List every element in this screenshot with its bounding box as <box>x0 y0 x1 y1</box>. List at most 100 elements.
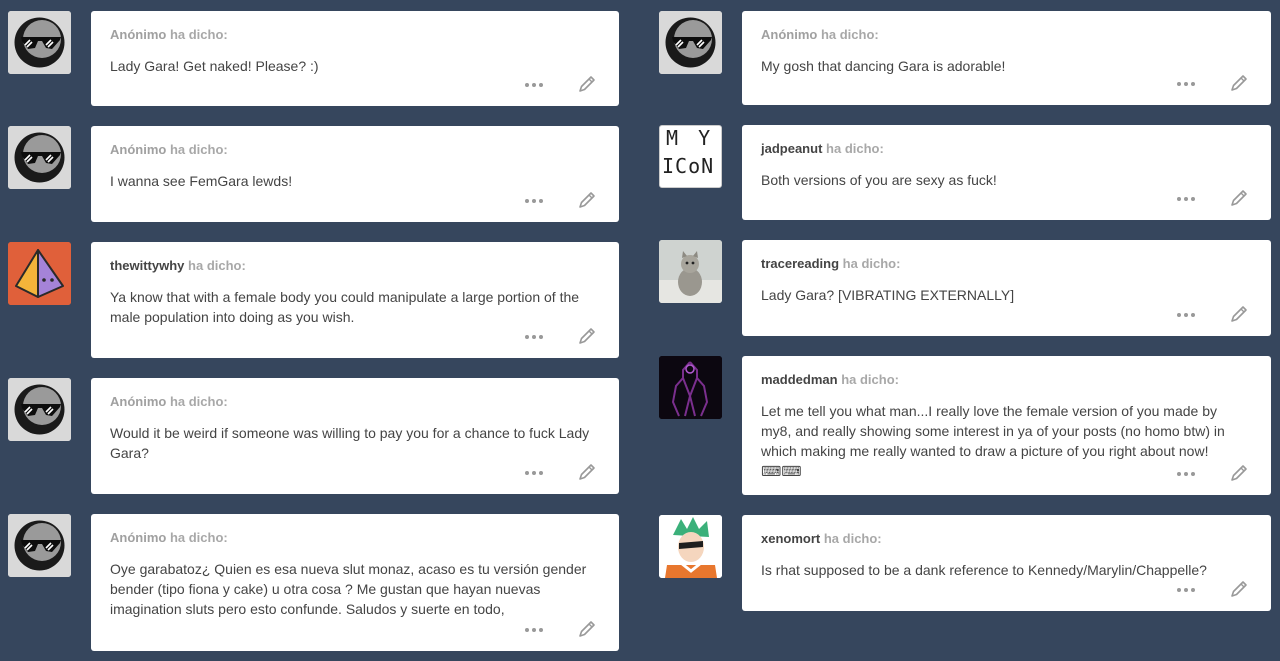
asker-name[interactable]: jadpeanut <box>761 141 822 156</box>
more-options-icon[interactable] <box>525 192 543 208</box>
more-options-icon[interactable] <box>525 76 543 92</box>
avatar-text-line: M Y <box>666 126 715 150</box>
avatar[interactable] <box>8 11 71 74</box>
post-controls <box>1169 73 1249 93</box>
more-options-icon[interactable] <box>525 328 543 344</box>
ask-card: Anónimo ha dicho: I wanna see FemGara le… <box>91 126 619 222</box>
edit-pencil-icon[interactable] <box>1229 188 1249 208</box>
avatar[interactable]: M Y ICoN <box>659 125 722 188</box>
avatar[interactable] <box>8 126 71 189</box>
ask-item: Anónimo ha dicho: I wanna see FemGara le… <box>8 126 619 222</box>
edit-pencil-icon[interactable] <box>577 326 597 346</box>
said-label: ha dicho: <box>169 142 228 157</box>
question-text: Oye garabatoz¿ Quien es esa nueva slut m… <box>110 561 587 617</box>
edit-pencil-icon[interactable] <box>577 619 597 639</box>
avatar[interactable] <box>659 515 722 578</box>
said-label: ha dicho: <box>820 27 879 42</box>
asker-name[interactable]: tracereading <box>761 256 839 271</box>
said-label: ha dicho: <box>169 530 228 545</box>
asker-line: tracereading ha dicho: <box>761 256 900 271</box>
kitten-photo-avatar-icon <box>659 240 722 303</box>
ask-card: Anónimo ha dicho: Lady Gara! Get naked! … <box>91 11 619 106</box>
asker-name: Anónimo <box>110 530 167 545</box>
ask-card: Anónimo ha dicho: Would it be weird if s… <box>91 378 619 494</box>
said-label: ha dicho: <box>823 531 882 546</box>
more-options-icon[interactable] <box>525 621 543 637</box>
anime-character-avatar-icon <box>659 515 722 578</box>
ask-item: xenomort ha dicho: Is rhat supposed to b… <box>659 515 1271 611</box>
asker-line: jadpeanut ha dicho: <box>761 141 884 156</box>
edit-pencil-icon[interactable] <box>577 462 597 482</box>
avatar[interactable] <box>8 242 71 305</box>
ask-card: jadpeanut ha dicho: Both versions of you… <box>742 125 1271 220</box>
ask-item: Anónimo ha dicho: Oye garabatoz¿ Quien e… <box>8 514 619 651</box>
avatar[interactable] <box>659 356 722 419</box>
post-controls <box>1169 579 1249 599</box>
post-controls <box>1169 463 1249 483</box>
more-options-icon[interactable] <box>1177 465 1195 481</box>
edit-pencil-icon[interactable] <box>577 74 597 94</box>
said-label: ha dicho: <box>169 394 228 409</box>
more-options-icon[interactable] <box>1177 75 1195 91</box>
post-controls <box>517 619 597 639</box>
pyramid-avatar-icon <box>8 242 71 305</box>
asker-line: thewittywhy ha dicho: <box>110 258 246 273</box>
asker-line: Anónimo ha dicho: <box>761 27 879 42</box>
ask-item: Anónimo ha dicho: My gosh that dancing G… <box>659 11 1271 105</box>
question-text: I wanna see FemGara lewds! <box>110 173 293 189</box>
post-controls <box>517 326 597 346</box>
ask-item: maddedman ha dicho: Let me tell you what… <box>659 356 1271 495</box>
sunglasses-moon-avatar-icon <box>8 514 71 577</box>
ask-item: M Y ICoN jadpeanut ha dicho: Both versio… <box>659 125 1271 220</box>
my-icon-avatar-icon: M Y ICoN <box>660 126 721 187</box>
edit-pencil-icon[interactable] <box>1229 304 1249 324</box>
question-text: Ya know that with a female body you coul… <box>110 289 580 325</box>
ask-item: thewittywhy ha dicho: Ya know that with … <box>8 242 619 358</box>
ask-card: maddedman ha dicho: Let me tell you what… <box>742 356 1271 495</box>
sunglasses-moon-avatar-icon <box>8 126 71 189</box>
more-options-icon[interactable] <box>525 464 543 480</box>
ask-card: tracereading ha dicho: Lady Gara? [VIBRA… <box>742 240 1271 336</box>
said-label: ha dicho: <box>188 258 246 273</box>
edit-pencil-icon[interactable] <box>577 190 597 210</box>
question-text: Would it be weird if someone was willing… <box>110 425 590 461</box>
edit-pencil-icon[interactable] <box>1229 463 1249 483</box>
question-text: Is rhat supposed to be a dank reference … <box>761 562 1207 578</box>
asker-name[interactable]: xenomort <box>761 531 820 546</box>
asker-name[interactable]: thewittywhy <box>110 258 184 273</box>
ask-card: thewittywhy ha dicho: Ya know that with … <box>91 242 619 358</box>
asker-line: Anónimo ha dicho: <box>110 27 228 42</box>
said-label: ha dicho: <box>841 372 899 387</box>
edit-pencil-icon[interactable] <box>1229 579 1249 599</box>
question-text: Lady Gara? [VIBRATING EXTERNALLY] <box>761 287 1015 303</box>
post-controls <box>517 74 597 94</box>
asker-name: Anónimo <box>110 142 167 157</box>
avatar[interactable] <box>659 11 722 74</box>
asker-name[interactable]: maddedman <box>761 372 838 387</box>
said-label: ha dicho: <box>826 141 884 156</box>
avatar[interactable] <box>8 514 71 577</box>
post-controls <box>517 190 597 210</box>
ask-item: Anónimo ha dicho: Would it be weird if s… <box>8 378 619 494</box>
ask-item: Anónimo ha dicho: Lady Gara! Get naked! … <box>8 11 619 106</box>
question-text: Lady Gara! Get naked! Please? :) <box>110 58 319 74</box>
post-controls <box>1169 188 1249 208</box>
avatar[interactable] <box>8 378 71 441</box>
asker-name: Anónimo <box>110 394 167 409</box>
asker-name: Anónimo <box>761 27 818 42</box>
asker-line: maddedman ha dicho: <box>761 372 899 387</box>
asker-line: Anónimo ha dicho: <box>110 394 228 409</box>
asker-line: Anónimo ha dicho: <box>110 530 228 545</box>
sunglasses-moon-avatar-icon <box>8 11 71 74</box>
ask-card: Anónimo ha dicho: Oye garabatoz¿ Quien e… <box>91 514 619 651</box>
post-controls <box>1169 304 1249 324</box>
more-options-icon[interactable] <box>1177 190 1195 206</box>
more-options-icon[interactable] <box>1177 306 1195 322</box>
dark-figure-avatar-icon <box>659 356 722 419</box>
sunglasses-moon-avatar-icon <box>8 378 71 441</box>
edit-pencil-icon[interactable] <box>1229 73 1249 93</box>
avatar[interactable] <box>659 240 722 303</box>
more-options-icon[interactable] <box>1177 581 1195 597</box>
asker-line: xenomort ha dicho: <box>761 531 882 546</box>
ask-card: Anónimo ha dicho: My gosh that dancing G… <box>742 11 1271 105</box>
